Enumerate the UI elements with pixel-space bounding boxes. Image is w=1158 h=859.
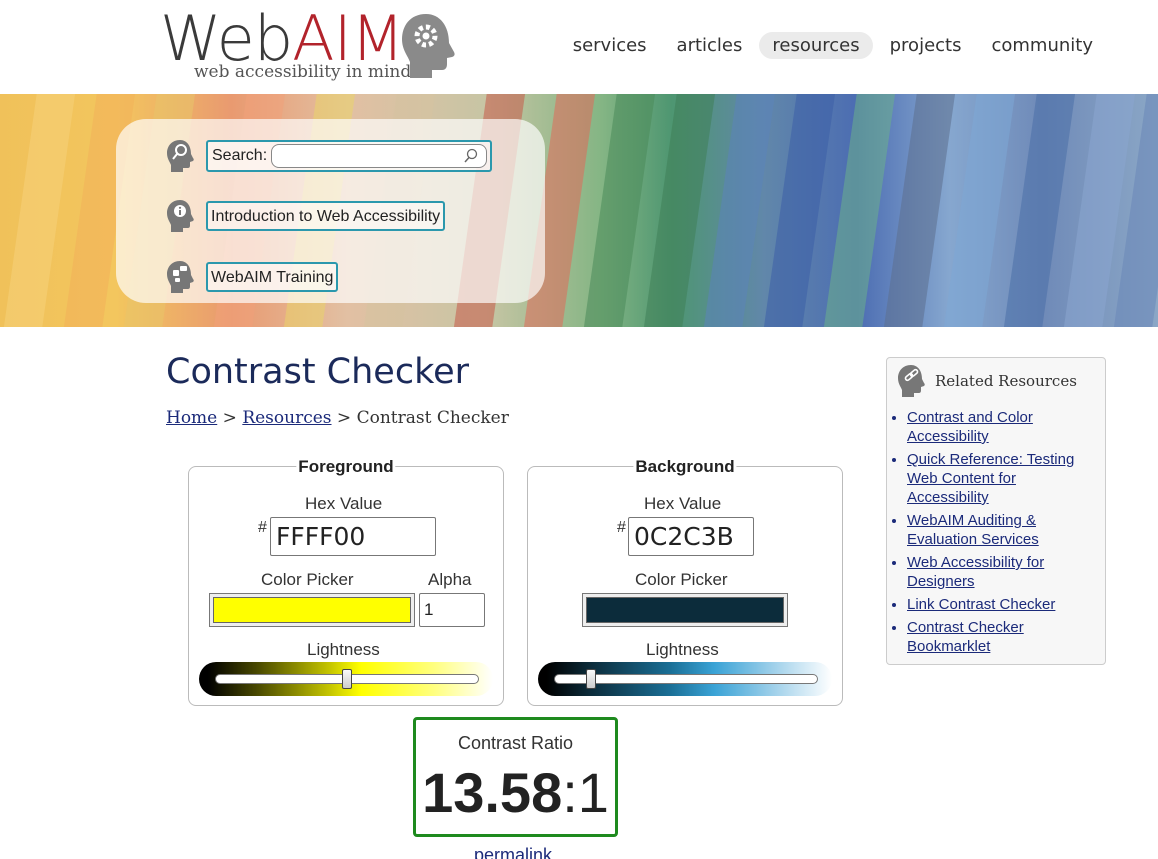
fg-lightness-thumb[interactable] [342, 669, 352, 689]
search-head-icon [167, 140, 194, 172]
contrast-ratio-label: Contrast Ratio [457, 733, 574, 753]
page-title: Contrast Checker [166, 352, 470, 392]
webaim-logo[interactable]: WebAIM web accessibility in mind [160, 8, 460, 88]
bg-lightness-label: Lightness [646, 640, 719, 659]
breadcrumb-home[interactable]: Home [166, 408, 217, 428]
bg-hex-label: Hex Value [644, 494, 722, 513]
hero-banner: Search: Introduction to Web Accessibilit… [0, 94, 1158, 327]
related-resources-sidebar: Related Resources Contrast and Color Acc… [886, 357, 1106, 665]
bg-color-picker-label: Color Picker [635, 570, 728, 589]
bg-hash: # [617, 519, 626, 536]
fg-color-picker-label: Color Picker [261, 570, 354, 589]
nav-community[interactable]: community [978, 32, 1106, 59]
nav-projects[interactable]: projects [877, 32, 975, 59]
foreground-legend: Foreground [296, 457, 396, 477]
fg-color-picker[interactable] [209, 593, 415, 627]
list-item: Contrast and Color Accessibility [907, 408, 1099, 446]
fg-lightness-gradient [199, 662, 493, 696]
bg-lightness-thumb[interactable] [585, 669, 596, 689]
search-label: Search: [212, 147, 268, 164]
bg-hex-input[interactable]: 0C2C3B [628, 517, 754, 556]
search-input[interactable] [271, 144, 488, 168]
breadcrumb-current: Contrast Checker [356, 408, 509, 428]
nav-articles[interactable]: articles [664, 32, 756, 59]
permalink-link[interactable]: permalink [474, 845, 552, 859]
logo-tagline: web accessibility in mind [194, 62, 412, 82]
nav-services[interactable]: services [560, 32, 660, 59]
background-legend: Background [633, 457, 737, 477]
info-head-icon [167, 200, 194, 232]
quick-links-panel: Search: Introduction to Web Accessibilit… [116, 119, 545, 303]
search-icon[interactable] [463, 148, 479, 164]
search-form: Search: [206, 140, 493, 172]
fg-alpha-input[interactable]: 1 [419, 593, 485, 627]
sidebar-title: Related Resources [935, 372, 1077, 390]
contrast-ratio-box: Contrast Ratio 13.58:1 [413, 717, 618, 837]
fg-alpha-label: Alpha [428, 570, 472, 589]
related-link[interactable]: Contrast Checker Bookmarklet [907, 619, 1024, 655]
fg-hex-label: Hex Value [305, 494, 383, 513]
related-link[interactable]: Link Contrast Checker [907, 596, 1055, 613]
list-item: Quick Reference: Testing Web Content for… [907, 450, 1099, 507]
related-link[interactable]: Web Accessibility for Designers [907, 554, 1044, 590]
main-nav: services articles resources projects com… [560, 32, 1106, 59]
breadcrumb: Home > Resources > Contrast Checker [166, 408, 509, 428]
list-item: Contrast Checker Bookmarklet [907, 618, 1099, 656]
related-link[interactable]: Contrast and Color Accessibility [907, 409, 1033, 445]
list-item: WebAIM Auditing & Evaluation Services [907, 511, 1099, 549]
bg-lightness-gradient [538, 662, 832, 696]
contrast-ratio-value: 13.58:1 [422, 761, 609, 824]
fg-lightness-label: Lightness [307, 640, 380, 659]
gear-head-icon [402, 14, 455, 78]
list-item: Link Contrast Checker [907, 595, 1099, 614]
link-head-icon [898, 365, 925, 397]
related-links-list: Contrast and Color Accessibility Quick R… [907, 408, 1099, 660]
site-header: WebAIM web accessibility in mind service… [0, 0, 1158, 94]
background-fieldset: Background Hex Value # 0C2C3B Color Pick… [527, 457, 843, 706]
fg-hex-input[interactable]: FFFF00 [270, 517, 436, 556]
training-head-icon [167, 261, 194, 293]
list-item: Web Accessibility for Designers [907, 553, 1099, 591]
related-link[interactable]: Quick Reference: Testing Web Content for… [907, 451, 1074, 506]
bg-color-picker[interactable] [582, 593, 788, 627]
foreground-fieldset: Foreground Hex Value # FFFF00 Color Pick… [188, 457, 504, 706]
webaim-training-link[interactable]: WebAIM Training [206, 262, 339, 292]
fg-hash: # [258, 519, 267, 536]
intro-web-accessibility-link[interactable]: Introduction to Web Accessibility [206, 201, 446, 231]
breadcrumb-resources[interactable]: Resources [242, 408, 331, 428]
logo-wordmark: WebAIM [160, 2, 404, 75]
related-link[interactable]: WebAIM Auditing & Evaluation Services [907, 512, 1039, 548]
nav-resources[interactable]: resources [759, 32, 873, 59]
